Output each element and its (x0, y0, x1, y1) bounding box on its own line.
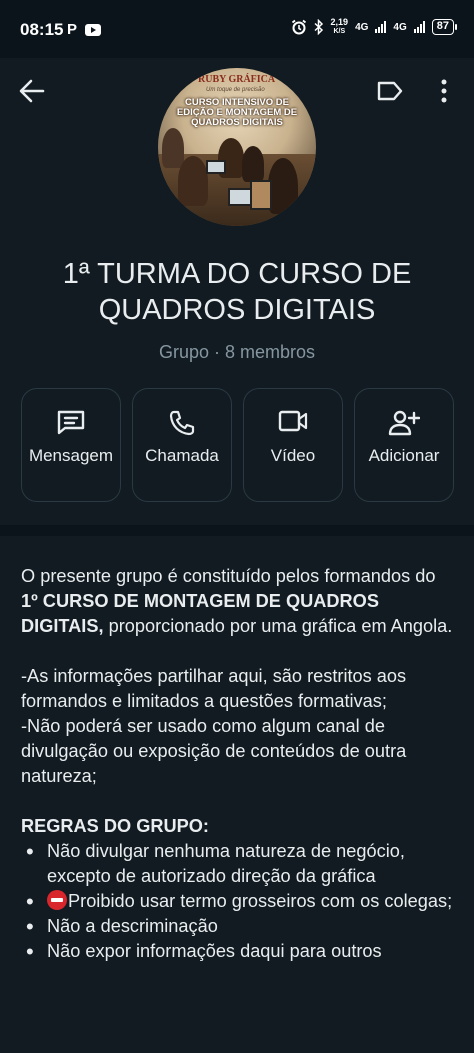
more-vertical-icon[interactable] (434, 77, 454, 105)
group-title: 1ª TURMA DO CURSO DE QUADROS DIGITAIS (62, 258, 412, 326)
avatar-tagline: Um toque de precisão (206, 87, 265, 93)
network-speed: 2,19 K/S (330, 17, 349, 36)
battery-indicator: 87 (431, 19, 458, 35)
call-button-label: Chamada (145, 446, 219, 465)
p-notification-icon: P (67, 21, 78, 38)
arrow-left-icon[interactable] (18, 78, 46, 104)
signal-icon (375, 21, 387, 33)
message-button[interactable]: Mensagem (21, 388, 121, 502)
rules-list: Não divulgar nenhuma natureza de negócio… (21, 839, 457, 964)
video-button[interactable]: Vídeo (243, 388, 343, 502)
group-subtitle: Grupo · 8 membros (158, 342, 316, 362)
phone-icon (169, 410, 195, 436)
bluetooth-icon (314, 19, 323, 35)
rule-item: Proibido usar termo grosseiros com os co… (21, 889, 457, 914)
description-line: -As informações partilhar aqui, são rest… (21, 666, 407, 711)
network-type-1: 4G (355, 21, 369, 33)
description-line: -Não poderá ser usado como algum canal d… (21, 716, 407, 786)
signal-icon-2 (413, 21, 425, 33)
message-button-label: Mensagem (28, 446, 114, 465)
status-time: 08:15 (20, 20, 64, 39)
group-avatar[interactable]: RUBY GRÁFICA Um toque de precisão CURSO … (158, 68, 316, 226)
alarm-icon (291, 19, 306, 35)
group-description-card: O presente grupo é constituído pelos for… (0, 536, 474, 1053)
message-icon (57, 410, 85, 435)
group-description: O presente grupo é constituído pelos for… (21, 564, 457, 964)
call-button[interactable]: Chamada (132, 388, 232, 502)
rule-item: Não a descriminação (21, 914, 457, 939)
description-intro: O presente grupo é constituído pelos for… (21, 566, 453, 636)
action-buttons: Mensagem Chamada Vídeo Adicionar (21, 388, 454, 502)
youtube-icon (85, 23, 102, 36)
video-icon (278, 410, 308, 432)
avatar-title: CURSO INTENSIVO DE EDIÇÃO E MONTAGEM DE … (176, 97, 298, 128)
rule-item: Não expor informações daqui para outros (21, 939, 457, 964)
rule-item: Não divulgar nenhuma natureza de negócio… (21, 839, 457, 889)
video-button-label: Vídeo (270, 446, 316, 465)
add-person-icon (388, 410, 420, 436)
status-bar: 08:15 P 2,19 K/S 4G 4G 87 (0, 0, 474, 58)
avatar-brand: RUBY GRÁFICA (198, 74, 276, 85)
label-tag-icon[interactable] (376, 79, 404, 103)
add-member-button-label: Adicionar (368, 446, 440, 465)
add-member-button[interactable]: Adicionar (354, 388, 454, 502)
no-entry-icon (47, 890, 67, 910)
rules-heading: REGRAS DO GRUPO: (21, 816, 209, 836)
network-type-2: 4G (393, 21, 407, 33)
